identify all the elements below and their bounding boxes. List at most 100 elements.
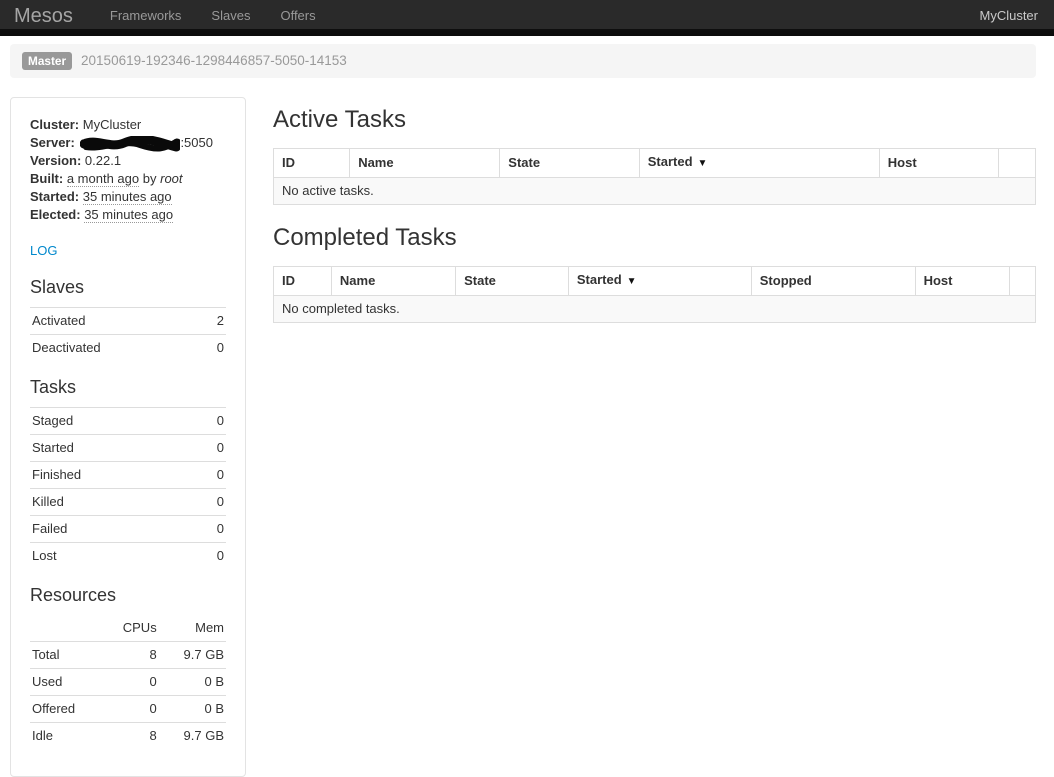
table-row: Used 0 0 B <box>30 669 226 696</box>
table-row: Failed 0 <box>30 516 226 543</box>
navbar-cluster-name: MyCluster <box>979 6 1038 26</box>
active-tasks-table: ID Name State Started▼ Host No active ta… <box>273 148 1036 205</box>
version-label: Version: <box>30 153 81 168</box>
resources-total-cpus: 8 <box>101 642 158 669</box>
resources-table: CPUs Mem Total 8 9.7 GB Used 0 0 B <box>30 615 226 749</box>
tasks-lost-label: Lost <box>30 543 192 570</box>
completed-col-name[interactable]: Name <box>331 267 455 296</box>
completed-col-stopped[interactable]: Stopped <box>751 267 915 296</box>
brand-link[interactable]: Mesos <box>14 0 73 34</box>
resources-offered-label: Offered <box>30 696 101 723</box>
server-address-redaction-scribble <box>80 136 180 152</box>
nav-item-slaves[interactable]: Slaves <box>196 0 265 34</box>
breadcrumb: Master 20150619-192346-1298446857-5050-1… <box>10 44 1036 78</box>
resources-used-mem: 0 B <box>159 669 226 696</box>
resources-offered-mem: 0 B <box>159 696 226 723</box>
built-user: root <box>160 171 182 186</box>
completed-col-started[interactable]: Started▼ <box>568 267 751 296</box>
sidebar-panel: Cluster: MyCluster Server: :5050 Version… <box>10 97 246 777</box>
completed-col-id[interactable]: ID <box>274 267 332 296</box>
resources-idle-label: Idle <box>30 723 101 750</box>
table-row: Started 0 <box>30 435 226 462</box>
log-link[interactable]: LOG <box>30 241 57 261</box>
slaves-deactivated-label: Deactivated <box>30 335 200 362</box>
sort-desc-icon: ▼ <box>698 158 708 169</box>
table-row: Activated 2 <box>30 308 226 335</box>
tasks-killed-value: 0 <box>192 489 226 516</box>
master-badge: Master <box>22 52 72 70</box>
resources-total-label: Total <box>30 642 101 669</box>
built-time: a month ago <box>67 171 139 187</box>
tasks-started-label: Started <box>30 435 192 462</box>
nav-item-frameworks[interactable]: Frameworks <box>95 0 197 34</box>
tasks-staged-value: 0 <box>192 408 226 435</box>
completed-tasks-table: ID Name State Started▼ Stopped Host No c… <box>273 266 1036 323</box>
slaves-deactivated-value: 0 <box>200 335 226 362</box>
slaves-section-title: Slaves <box>30 275 226 299</box>
built-by-text: by <box>143 171 157 186</box>
active-col-actions <box>999 149 1036 178</box>
table-row: Finished 0 <box>30 462 226 489</box>
cluster-info-line: Cluster: MyCluster <box>30 116 226 134</box>
cluster-value: MyCluster <box>83 117 142 132</box>
completed-tasks-empty-message: No completed tasks. <box>274 296 1036 323</box>
navbar: Mesos Frameworks Slaves Offers MyCluster <box>0 0 1054 36</box>
table-row: Idle 8 9.7 GB <box>30 723 226 750</box>
active-tasks-empty-row: No active tasks. <box>274 178 1036 205</box>
active-tasks-title: Active Tasks <box>273 105 1036 135</box>
active-tasks-empty-message: No active tasks. <box>274 178 1036 205</box>
slaves-activated-label: Activated <box>30 308 200 335</box>
resources-used-cpus: 0 <box>101 669 158 696</box>
started-info-line: Started: 35 minutes ago <box>30 188 226 206</box>
resources-idle-mem: 9.7 GB <box>159 723 226 750</box>
completed-tasks-empty-row: No completed tasks. <box>274 296 1036 323</box>
nav-item-offers[interactable]: Offers <box>265 0 330 34</box>
active-col-started[interactable]: Started▼ <box>639 149 879 178</box>
cluster-label: Cluster: <box>30 117 79 132</box>
table-row: Killed 0 <box>30 489 226 516</box>
tasks-failed-label: Failed <box>30 516 192 543</box>
tasks-lost-value: 0 <box>192 543 226 570</box>
active-col-host[interactable]: Host <box>879 149 999 178</box>
master-id: 20150619-192346-1298446857-5050-14153 <box>81 51 347 71</box>
resources-section-title: Resources <box>30 583 226 607</box>
completed-col-state[interactable]: State <box>456 267 569 296</box>
resources-used-label: Used <box>30 669 101 696</box>
main-content: Active Tasks ID Name State Started▼ Host <box>273 97 1036 341</box>
built-info-line: Built: a month ago by root <box>30 170 226 188</box>
elected-label: Elected: <box>30 207 81 222</box>
active-tasks-header-row: ID Name State Started▼ Host <box>274 149 1036 178</box>
tasks-started-value: 0 <box>192 435 226 462</box>
version-info-line: Version: 0.22.1 <box>30 152 226 170</box>
navbar-menu: Frameworks Slaves Offers <box>95 0 331 34</box>
server-label: Server: <box>30 135 75 150</box>
resources-total-mem: 9.7 GB <box>159 642 226 669</box>
active-col-id[interactable]: ID <box>274 149 350 178</box>
tasks-staged-label: Staged <box>30 408 192 435</box>
resources-cpus-header: CPUs <box>101 615 158 642</box>
built-label: Built: <box>30 171 63 186</box>
active-col-name[interactable]: Name <box>350 149 500 178</box>
table-row: Lost 0 <box>30 543 226 570</box>
active-col-state[interactable]: State <box>500 149 639 178</box>
server-port: :5050 <box>180 135 213 150</box>
table-row: Offered 0 0 B <box>30 696 226 723</box>
resources-offered-cpus: 0 <box>101 696 158 723</box>
table-row: Total 8 9.7 GB <box>30 642 226 669</box>
completed-col-started-label: Started <box>577 272 622 287</box>
completed-col-host[interactable]: Host <box>915 267 1009 296</box>
completed-tasks-title: Completed Tasks <box>273 223 1036 253</box>
table-row: Deactivated 0 <box>30 335 226 362</box>
started-value: 35 minutes ago <box>83 189 172 205</box>
elected-value: 35 minutes ago <box>84 207 173 223</box>
tasks-finished-value: 0 <box>192 462 226 489</box>
table-row: Staged 0 <box>30 408 226 435</box>
version-value: 0.22.1 <box>85 153 121 168</box>
server-info-line: Server: :5050 <box>30 134 226 152</box>
resources-mem-header: Mem <box>159 615 226 642</box>
completed-col-actions <box>1010 267 1036 296</box>
slaves-activated-value: 2 <box>200 308 226 335</box>
tasks-finished-label: Finished <box>30 462 192 489</box>
tasks-failed-value: 0 <box>192 516 226 543</box>
tasks-section-title: Tasks <box>30 375 226 399</box>
